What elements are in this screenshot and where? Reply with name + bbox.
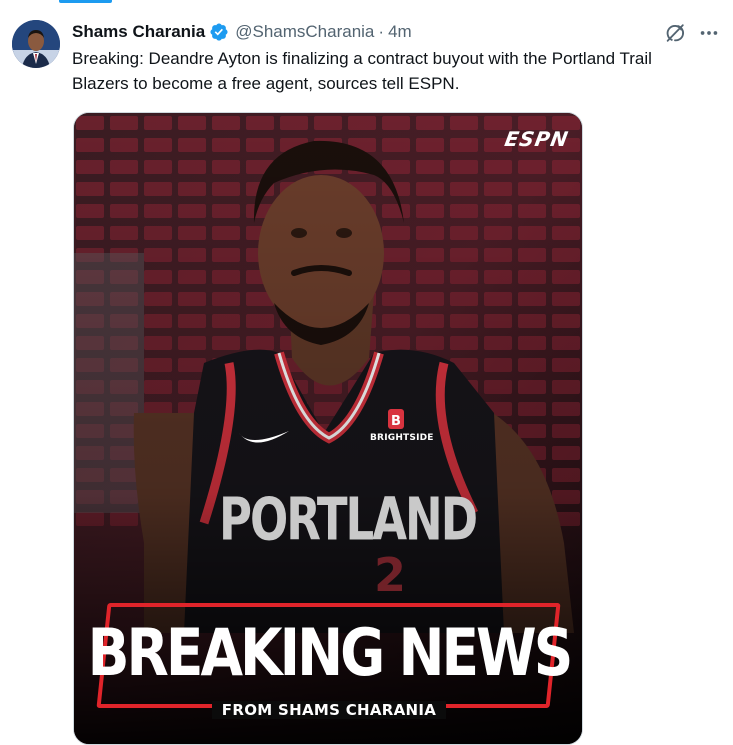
avatar[interactable] — [12, 20, 60, 68]
svg-text:2: 2 — [374, 548, 406, 602]
tweet-text: Breaking: Deandre Ayton is finalizing a … — [72, 49, 652, 93]
avatar-image — [12, 20, 60, 68]
tweet[interactable]: Shams Charania @ShamsCharania · 4m Break… — [0, 0, 733, 745]
tweet-header: Shams Charania @ShamsCharania · 4m — [72, 20, 412, 44]
grok-icon — [666, 24, 684, 42]
breaking-news-subheadline: FROM SHAMS CHARANIA — [74, 701, 582, 719]
breaking-news-subheadline-text: FROM SHAMS CHARANIA — [211, 701, 447, 719]
breaking-news-headline: BREAKING NEWS — [87, 615, 574, 691]
jersey-sponsor: BRIGHTSIDE — [370, 433, 434, 443]
espn-logo: ESPN — [502, 127, 571, 151]
verified-badge-icon — [210, 23, 228, 41]
author-name[interactable]: Shams Charania — [72, 22, 205, 42]
tweet-media-image[interactable]: B 2 ESPN BRIGHTSIDE PORTLAND BREAKING NE… — [73, 112, 583, 745]
separator-dot: · — [378, 22, 385, 41]
grok-button[interactable] — [663, 21, 687, 45]
svg-text:B: B — [391, 414, 401, 429]
jersey-team-name: PORTLAND — [219, 485, 478, 554]
more-icon — [700, 31, 718, 35]
tweet-timestamp[interactable]: 4m — [388, 22, 412, 42]
author-handle[interactable]: @ShamsCharania — [235, 22, 374, 42]
more-button[interactable] — [697, 21, 721, 45]
